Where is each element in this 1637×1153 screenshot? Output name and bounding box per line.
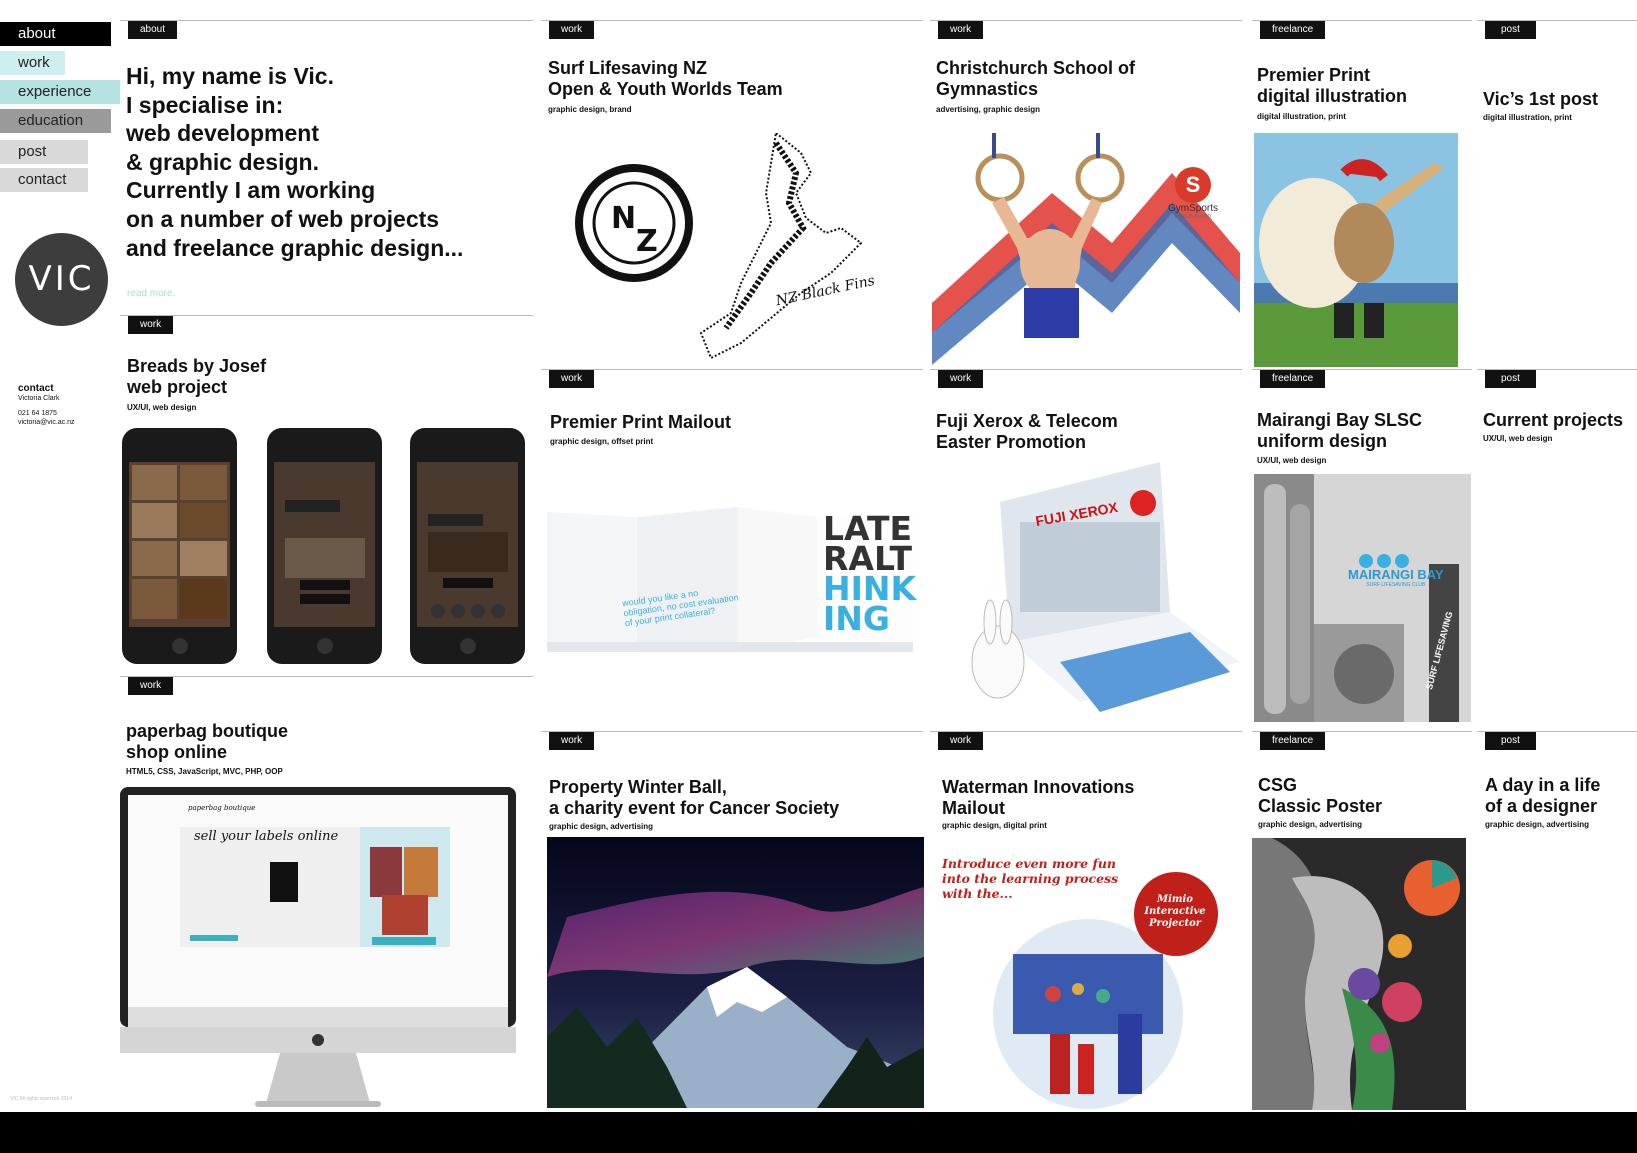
tag-post: post: [1485, 21, 1536, 39]
card-title[interactable]: Vic’s 1st post: [1483, 89, 1598, 110]
mimio-heading: Introduce even more fun into the learnin…: [942, 856, 1119, 901]
contact-phone: 021 64 1875: [18, 410, 57, 417]
nz-logo-image[interactable]: N Z: [541, 133, 923, 369]
card-title[interactable]: Current projects: [1483, 410, 1623, 431]
card-subtitle: advertising, graphic design: [936, 105, 1041, 114]
card-title[interactable]: Fuji Xerox & Telecom Easter Promotion: [936, 411, 1118, 453]
tag-freelance: freelance: [1260, 370, 1326, 388]
card-title[interactable]: Surf Lifesaving NZ Open & Youth Worlds Te…: [548, 58, 783, 100]
tag-freelance: freelance: [1260, 21, 1326, 39]
card-title[interactable]: Waterman Innovations Mailout: [942, 777, 1134, 819]
project-card[interactable]: work Premier Print Mailout graphic desig…: [541, 369, 923, 726]
nav-about[interactable]: about: [0, 22, 111, 46]
card-subtitle: graphic design, brand: [548, 105, 632, 114]
tag-work: work: [938, 21, 984, 39]
tag-work: work: [938, 370, 984, 388]
card-subtitle: UX/UI, web design: [1483, 434, 1553, 443]
card-title[interactable]: Premier Print digital illustration: [1257, 65, 1407, 107]
project-card[interactable]: work paperbag boutique shop online HTML5,…: [120, 676, 533, 1113]
tag-post: post: [1485, 370, 1536, 388]
contact-email[interactable]: victoria@vic.ac.nz: [18, 418, 75, 427]
tag-work: work: [128, 677, 174, 695]
card-subtitle: digital illustration, print: [1257, 112, 1346, 121]
project-card[interactable]: work Property Winter Ball, a charity even…: [541, 731, 924, 1113]
paperbag-heading: sell your labels online: [194, 829, 339, 844]
nav-post[interactable]: post: [0, 140, 88, 164]
about-line: and freelance graphic design...: [126, 234, 464, 261]
card-title[interactable]: A day in a life of a designer: [1485, 775, 1600, 817]
kiwi-illustration-image[interactable]: [1254, 133, 1458, 367]
tag-work: work: [549, 732, 595, 750]
about-line: on a number of web projects: [126, 205, 440, 232]
lateral-thinking-text: LATE RALT HINK ING: [823, 509, 917, 638]
post-card[interactable]: post Current projects UX/UI, web design: [1477, 369, 1637, 726]
card-subtitle: UX/UI, web design: [127, 403, 197, 412]
nav-work[interactable]: work: [0, 51, 65, 75]
tag-work: work: [549, 21, 595, 39]
post-card[interactable]: post A day in a life of a designer graphi…: [1477, 731, 1637, 1113]
post-card[interactable]: post Vic’s 1st post digital illustration…: [1477, 20, 1637, 371]
paperbag-logo: paperbag boutique: [188, 804, 256, 812]
card-subtitle: digital illustration, print: [1483, 113, 1572, 122]
tag-about: about: [128, 21, 178, 39]
card-subtitle: graphic design, digital print: [942, 821, 1047, 830]
card-title[interactable]: Property Winter Ball, a charity event for…: [549, 777, 839, 819]
copyright: VIC All rights reserved 2014: [10, 1096, 72, 1102]
card-subtitle: graphic design, advertising: [549, 822, 654, 831]
svg-text:N: N: [611, 201, 636, 236]
tag-freelance: freelance: [1260, 732, 1326, 750]
mimio-badge: Mimio Interactive Projector: [1144, 894, 1206, 929]
aurora-mountain-image[interactable]: [547, 837, 924, 1108]
gymsports-logo: S GymSports NEW ZEALAND: [1158, 167, 1228, 220]
contact-name: Victoria Clark: [18, 395, 60, 402]
card-title[interactable]: paperbag boutique shop online: [126, 721, 288, 763]
card-title[interactable]: CSG Classic Poster: [1258, 775, 1382, 817]
about-line: I specialise in:: [126, 91, 284, 118]
card-title[interactable]: Mairangi Bay SLSC uniform design: [1257, 410, 1422, 452]
read-more-link[interactable]: read more.: [127, 288, 175, 299]
about-intro: Hi, my name is Vic. I specialise in: web…: [126, 62, 463, 262]
vic-logo[interactable]: VIC: [15, 233, 108, 326]
tag-post: post: [1485, 732, 1536, 750]
card-subtitle: graphic design, advertising: [1258, 820, 1363, 829]
about-line: Currently I am working: [126, 177, 376, 204]
tag-work: work: [128, 316, 174, 334]
card-title[interactable]: Christchurch School of Gymnastics: [936, 58, 1135, 100]
contact-heading: contact: [18, 383, 54, 394]
project-card[interactable]: work Surf Lifesaving NZ Open & Youth Worl…: [541, 20, 923, 371]
svg-text:Z: Z: [636, 224, 658, 259]
mairangi-bay-logo: MAIRANGI BAY SURF LIFESAVING CLUB: [1348, 567, 1444, 588]
card-subtitle: UX/UI, web design: [1257, 456, 1327, 465]
phones-image[interactable]: [120, 428, 533, 668]
project-card[interactable]: freelance Mairangi Bay SLSC uniform desig…: [1252, 369, 1472, 726]
gymsports-icon: S: [1175, 167, 1211, 203]
tag-work: work: [938, 732, 984, 750]
card-title[interactable]: Premier Print Mailout: [550, 412, 731, 433]
nav-education[interactable]: education: [0, 109, 111, 133]
card-subtitle: graphic design, advertising: [1485, 820, 1590, 829]
contact-block: contact Victoria Clark 021 64 1875 victo…: [18, 383, 75, 427]
project-card[interactable]: work Fuji Xerox & Telecom Easter Promotio…: [930, 369, 1242, 726]
tag-work: work: [549, 370, 595, 388]
nav-contact[interactable]: contact: [0, 168, 88, 192]
nav-experience[interactable]: experience: [0, 80, 120, 104]
project-card[interactable]: freelance Premier Print digital illustrat…: [1252, 20, 1472, 371]
card-subtitle: graphic design, offset print: [550, 437, 654, 446]
project-card[interactable]: work Breads by Josef web project UX/UI, w…: [120, 315, 533, 676]
card-title[interactable]: Breads by Josef web project: [127, 356, 266, 398]
project-card[interactable]: work Waterman Innovations Mailout graphic…: [930, 731, 1242, 1113]
card-subtitle: HTML5, CSS, JavaScript, MVC, PHP, OOP: [126, 767, 283, 776]
mairangi-bay-image[interactable]: [1254, 474, 1471, 722]
csg-poster-image[interactable]: [1252, 838, 1466, 1110]
footer-bar: [0, 1112, 1637, 1153]
about-line: Hi, my name is Vic.: [126, 63, 334, 89]
project-card[interactable]: work Christchurch School of Gymnastics ad…: [930, 20, 1242, 371]
about-line: & graphic design.: [126, 148, 319, 175]
project-card[interactable]: freelance CSG Classic Poster graphic desi…: [1252, 731, 1472, 1113]
about-line: web development: [126, 120, 319, 147]
